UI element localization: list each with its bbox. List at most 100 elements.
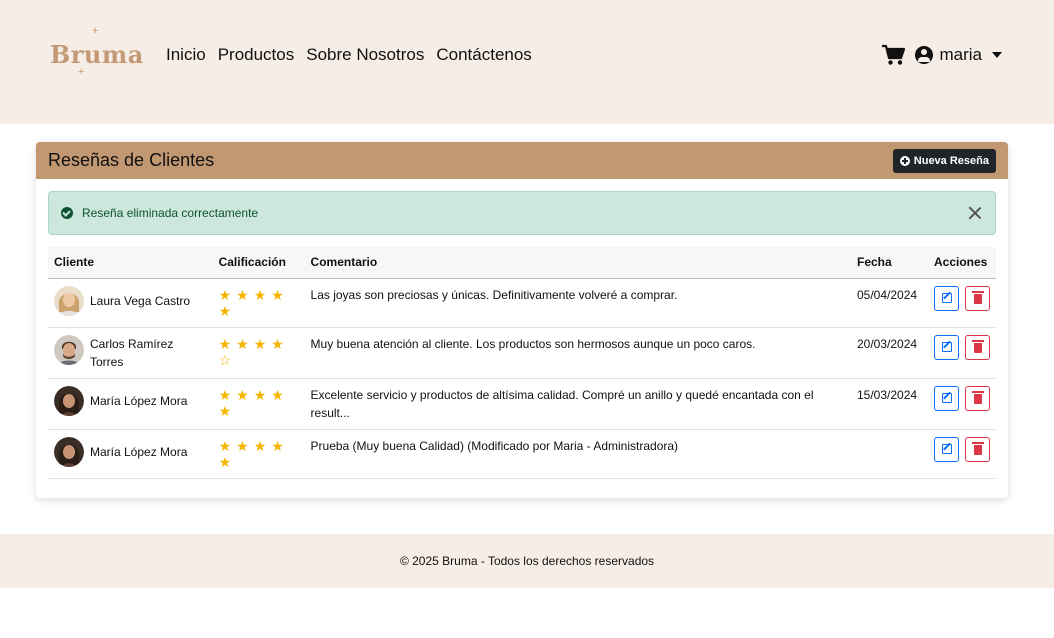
star-rating: ★ ★ ★ ★ ☆ [219, 336, 289, 368]
edit-button[interactable] [934, 385, 959, 411]
client-name: María López Mora [90, 393, 188, 408]
reviews-card: Reseñas de Clientes Nueva Reseña Reseña … [36, 142, 1008, 498]
client-cell: Carlos Ramírez Torres [48, 327, 213, 379]
edit-button[interactable] [934, 285, 959, 311]
table-row: María López Mora ★ ★ ★ ★ ★ Excelente ser… [48, 378, 996, 430]
row-actions [934, 334, 990, 360]
table-row: Carlos Ramírez Torres ★ ★ ★ ★ ☆ Muy buen… [48, 327, 996, 379]
edit-icon [941, 444, 952, 454]
table-row: Laura Vega Castro ★ ★ ★ ★ ★ Las joyas so… [48, 278, 996, 328]
user-circle-icon [915, 46, 934, 64]
delete-button[interactable] [965, 436, 990, 462]
nav-link-productos[interactable]: Productos [218, 45, 295, 65]
star-filled-icon: ★ [218, 437, 232, 454]
date-cell [851, 429, 928, 479]
new-review-button[interactable]: Nueva Reseña [892, 148, 996, 173]
avatar [54, 385, 84, 416]
avatar [54, 285, 84, 316]
star-filled-icon: ★ [218, 286, 232, 303]
client-name: Laura Vega Castro [90, 293, 191, 308]
sparkle-icon: + [78, 66, 85, 78]
comment-cell: Prueba (Muy buena Calidad) (Modificado p… [304, 429, 851, 479]
user-name: maria [939, 45, 982, 64]
rating-cell: ★ ★ ★ ★ ★ [212, 278, 305, 328]
delete-button[interactable] [965, 385, 990, 411]
cart-icon[interactable] [881, 44, 906, 66]
logo-text: Bruma [50, 40, 144, 69]
actions-cell [928, 378, 996, 430]
avatar [54, 436, 84, 467]
star-filled-icon: ★ [253, 335, 267, 352]
reviews-table: Cliente Calificación Comentario Fecha Ac… [48, 247, 996, 479]
trash-icon [971, 442, 984, 455]
star-filled-icon: ★ [253, 386, 267, 403]
client: María López Mora [54, 385, 207, 416]
star-rating: ★ ★ ★ ★ ★ [219, 287, 289, 319]
star-filled-icon: ★ [236, 437, 249, 454]
alert-message: Reseña eliminada correctamente [82, 206, 259, 220]
edit-icon [941, 342, 952, 352]
brand-logo[interactable]: + Bruma + [48, 24, 143, 80]
nav-link-inicio[interactable]: Inicio [166, 45, 206, 65]
edit-icon [941, 293, 952, 303]
edit-icon [941, 393, 952, 403]
client-cell: María López Mora [48, 429, 213, 479]
delete-button[interactable] [965, 334, 990, 360]
delete-button[interactable] [965, 285, 990, 311]
comment-cell: Excelente servicio y productos de altísi… [304, 378, 851, 430]
rating-cell: ★ ★ ★ ★ ☆ [212, 327, 305, 379]
star-filled-icon: ★ [218, 386, 232, 403]
client-name: María López Mora [90, 444, 188, 459]
card-header: Reseñas de Clientes Nueva Reseña [36, 142, 1008, 179]
footer: © 2025 Bruma - Todos los derechos reserv… [0, 534, 1054, 588]
star-filled-icon: ★ [271, 335, 284, 352]
star-filled-icon: ★ [271, 437, 284, 454]
client-name: Carlos Ramírez Torres [90, 336, 174, 369]
success-alert: Reseña eliminada correctamente [48, 191, 996, 235]
check-circle-icon [61, 207, 73, 219]
client: Carlos Ramírez Torres [54, 334, 207, 371]
date-cell: 05/04/2024 [851, 278, 928, 328]
row-actions [934, 436, 990, 462]
edit-button[interactable] [934, 334, 959, 360]
trash-icon [971, 291, 984, 304]
star-filled-icon: ★ [218, 402, 232, 419]
close-icon[interactable] [967, 205, 983, 221]
actions-cell [928, 429, 996, 479]
date-cell: 15/03/2024 [851, 378, 928, 430]
star-filled-icon: ★ [218, 302, 232, 319]
edit-button[interactable] [934, 436, 959, 462]
date-cell: 20/03/2024 [851, 327, 928, 379]
table-row: María López Mora ★ ★ ★ ★ ★ Prueba (Muy b… [48, 429, 996, 479]
nav-link-contactenos[interactable]: Contáctenos [436, 45, 531, 65]
footer-text: © 2025 Bruma - Todos los derechos reserv… [399, 554, 655, 568]
table-header-row: Cliente Calificación Comentario Fecha Ac… [48, 247, 996, 279]
sparkle-icon: + [92, 25, 99, 37]
client: Laura Vega Castro [54, 285, 207, 316]
trash-icon [971, 340, 984, 353]
row-actions [934, 385, 990, 411]
new-review-label: Nueva Reseña [913, 154, 989, 167]
column-header-calificacion: Calificación [212, 247, 305, 279]
right-nav: maria [881, 44, 1002, 66]
star-filled-icon: ★ [218, 453, 232, 470]
client-cell: Laura Vega Castro [48, 278, 213, 328]
main-nav: Inicio Productos Sobre Nosotros Contácte… [166, 45, 532, 65]
page-title: Reseñas de Clientes [48, 150, 215, 170]
star-filled-icon: ★ [236, 386, 249, 403]
nav-link-sobre-nosotros[interactable]: Sobre Nosotros [306, 45, 424, 65]
column-header-cliente: Cliente [48, 247, 213, 279]
star-filled-icon: ★ [236, 286, 249, 303]
actions-cell [928, 327, 996, 379]
column-header-acciones: Acciones [928, 247, 996, 279]
star-filled-icon: ★ [271, 386, 284, 403]
star-filled-icon: ★ [236, 335, 249, 352]
client-cell: María López Mora [48, 378, 213, 430]
column-header-comentario: Comentario [304, 247, 851, 279]
user-menu-toggle[interactable]: maria [915, 45, 1002, 65]
comment-cell: Muy buena atención al cliente. Los produ… [304, 327, 851, 379]
star-filled-icon: ★ [218, 335, 232, 352]
caret-down-icon [992, 52, 1002, 58]
trash-icon [971, 391, 984, 404]
star-filled-icon: ★ [253, 286, 267, 303]
